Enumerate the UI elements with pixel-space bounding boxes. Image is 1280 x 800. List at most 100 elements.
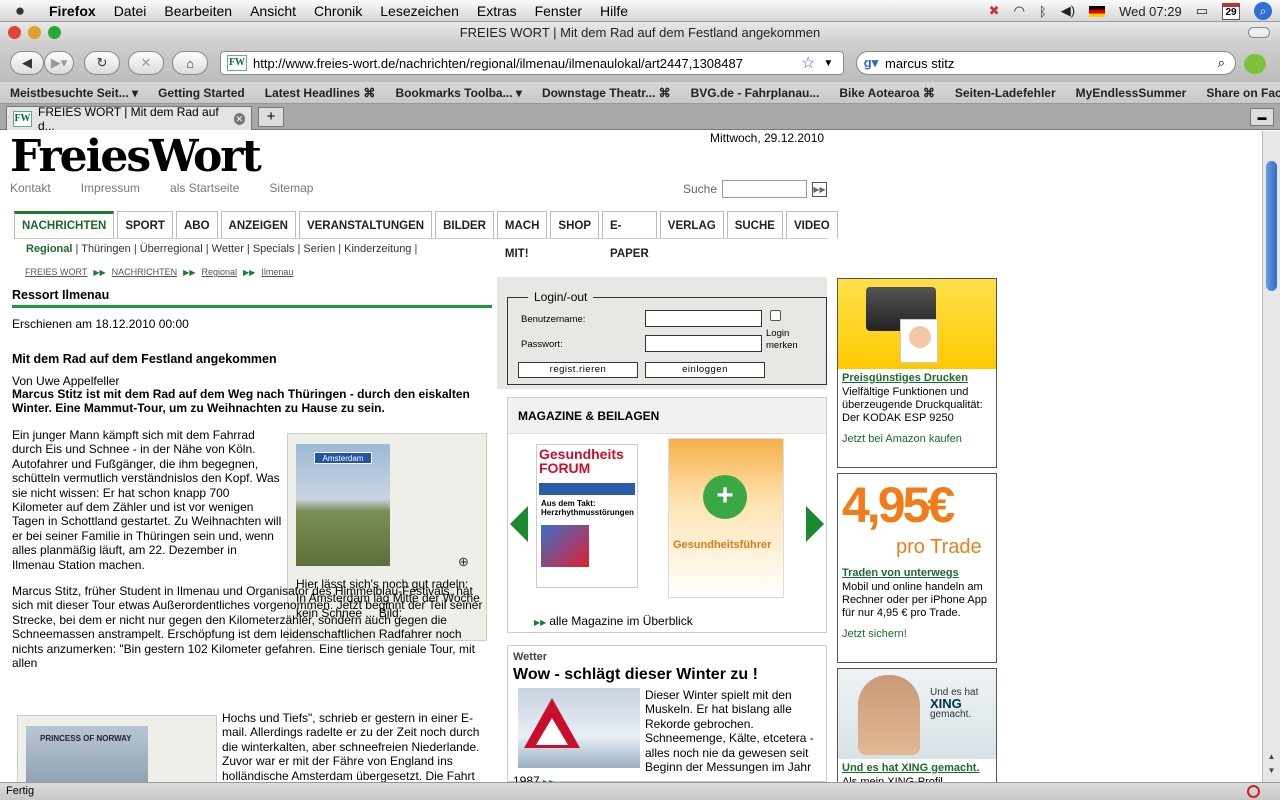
addon-icon[interactable] [1244,54,1266,74]
spotlight-icon[interactable]: ⌕ [1254,2,1272,20]
bookmark-item[interactable]: Getting Started [148,86,255,100]
nav-e-paper[interactable]: E-PAPER [602,211,657,260]
scroll-up-icon[interactable]: ▲ [1263,752,1280,766]
bookmark-item[interactable]: Downstage Theatr... ⌘ [532,86,681,100]
blocked-content-icon[interactable] [1247,785,1260,798]
battery-icon[interactable]: ▭ [1196,3,1208,19]
magazine-cover-gesundheitsfuehrer[interactable]: + Gesundheitsführer [668,438,784,598]
calendar-icon[interactable]: 29 [1222,2,1240,20]
nav-mach-mit[interactable]: MACH MIT! [496,211,548,260]
scrollbar-thumb[interactable] [1266,161,1277,291]
menu-ansicht[interactable]: Ansicht [241,3,305,19]
search-input[interactable]: marcus stitz [885,56,1218,71]
url-bar[interactable]: FW http://www.freies-wort.de/nachrichten… [220,51,844,75]
bookmark-item[interactable]: Bookmarks Toolba... ▾ [385,86,532,100]
reload-button[interactable]: ↻ [84,51,120,75]
carousel-prev-icon[interactable] [510,506,528,542]
menu-datei[interactable]: Datei [105,3,156,19]
bookmark-item[interactable]: Share on Facebook [1196,86,1280,100]
subnav-regional[interactable]: Regional [26,243,72,255]
magazine-cover-gesundheitsforum[interactable]: Gesundheits FORUM Aus dem Takt: Herzrhyt… [536,444,638,588]
tab-freies-wort[interactable]: FW FREIES WORT | Mit dem Rad auf d... ✕ [6,105,252,133]
wifi-icon[interactable]: ◠ [1014,3,1025,19]
bookmark-item[interactable]: Bike Aotearoa ⌘ [829,86,945,100]
site-search-input[interactable] [722,180,808,198]
all-magazines-link[interactable]: ▶▶ alle Magazine im Überblick [534,614,693,628]
ad-xing[interactable]: Und es hat XING gemacht. Und es hat XING g… [837,668,997,782]
nav-suche[interactable]: SUCHE [726,211,783,238]
weather-photo[interactable] [518,688,640,768]
ad-link[interactable]: Und es hat XING gemacht. [838,759,996,774]
ad-cta[interactable]: Jetzt bei Amazon kaufen [838,425,996,445]
vertical-scrollbar[interactable]: ▲ ▼ [1262,131,1280,782]
register-button[interactable]: regist.rieren [518,362,638,378]
volume-icon[interactable]: ◀) [1061,3,1075,19]
link-kontakt[interactable]: Kontakt [10,181,51,195]
breadcrumb-item[interactable]: FREIES WORT [25,267,87,277]
bookmark-item[interactable]: Latest Headlines ⌘ [255,86,386,100]
ad-kodak[interactable]: Preisgünstiges Drucken Vielfältige Funkt… [837,278,997,468]
search-bar[interactable]: g▾ marcus stitz ⌕ [856,51,1236,75]
article-photo-amsterdam[interactable]: Amsterdam [296,444,390,566]
close-window-button[interactable] [8,26,21,39]
minimize-window-button[interactable] [28,26,41,39]
carousel-next-icon[interactable] [806,506,824,542]
breadcrumb-item[interactable]: Regional [201,267,237,277]
nav-sport[interactable]: SPORT [117,211,173,238]
bookmark-item[interactable]: Meistbesuchte Seit... ▾ [0,86,148,100]
zoom-window-button[interactable] [48,26,61,39]
menu-chronik[interactable]: Chronik [305,3,371,19]
menu-app-firefox[interactable]: Firefox [40,3,105,19]
nav-anzeigen[interactable]: ANZEIGEN [220,211,296,238]
nav-bilder[interactable]: BILDER [435,211,494,238]
breadcrumb-item[interactable]: NACHRICHTEN [112,267,178,277]
bluetooth-icon[interactable]: ᛒ [1039,4,1047,19]
bookmark-item[interactable]: MyEndlessSummer [1066,86,1197,100]
weather-headline[interactable]: Wow - schlägt dieser Winter zu ! [513,666,758,684]
tab-list-button[interactable]: ▬ [1250,108,1274,126]
home-button[interactable]: ⌂ [172,51,208,75]
login-button[interactable]: einloggen [645,362,765,378]
username-field[interactable] [645,310,762,327]
menu-lesezeichen[interactable]: Lesezeichen [371,3,468,19]
ad-trading[interactable]: 4,95€ pro Trade Traden von unterwegs Mob… [837,473,997,663]
bookmark-item[interactable]: Seiten-Ladefehler [945,86,1066,100]
menu-bearbeiten[interactable]: Bearbeiten [155,3,241,19]
back-button[interactable]: ◀ [10,51,44,75]
forward-button[interactable]: ▶▾ [44,51,74,75]
menu-hilfe[interactable]: Hilfe [591,3,637,19]
menu-fenster[interactable]: Fenster [526,3,591,19]
remember-checkbox[interactable] [770,310,781,321]
nav-abo[interactable]: ABO [175,211,218,238]
tab-close-icon[interactable]: ✕ [233,112,245,125]
search-magnifier-icon[interactable]: ⌕ [1218,55,1225,71]
google-engine-icon[interactable]: g▾ [857,55,885,71]
article-photo-ferry[interactable]: PRINCESS OF NORWAY [26,726,148,782]
nav-verlag[interactable]: VERLAG [659,211,724,238]
ad-link[interactable]: Traden von unterwegs [838,564,996,579]
ad-cta[interactable]: Jetzt sichern! [838,620,996,640]
menubar-clock[interactable]: Wed 07:29 [1119,4,1182,19]
url-dropdown-icon[interactable]: ▼ [823,58,833,69]
site-logo[interactable]: FreiesWort [10,131,262,182]
password-field[interactable] [645,335,762,352]
zoom-icon[interactable]: ⊕ [458,554,469,570]
weather-more[interactable]: 1987 ▶▶ [513,774,555,782]
link-impressum[interactable]: Impressum [81,181,140,195]
bookmark-star-icon[interactable]: ☆ [801,53,815,73]
site-search-go-button[interactable]: ▶▶ [812,181,828,197]
flag-de-icon[interactable] [1089,5,1106,17]
menu-extras[interactable]: Extras [468,3,526,19]
link-sitemap[interactable]: Sitemap [269,181,313,195]
ad-link[interactable]: Preisgünstiges Drucken [838,369,996,384]
subnav-links[interactable]: | Thüringen | Überregional | Wetter | Sp… [72,243,418,255]
breadcrumb-item[interactable]: Ilmenau [261,267,293,277]
new-tab-button[interactable]: + [258,107,284,127]
nav-shop[interactable]: SHOP [550,211,599,238]
status-alert-icon[interactable]: ✖ [989,3,1000,19]
bookmark-item[interactable]: BVG.de - Fahrplanau... [681,86,830,100]
stop-button[interactable]: ✕ [128,51,164,75]
link-startseite[interactable]: als Startseite [170,181,239,195]
nav-veranstaltungen[interactable]: VERANSTALTUNGEN [298,211,433,238]
nav-nachrichten[interactable]: NACHRICHTEN [14,211,115,238]
